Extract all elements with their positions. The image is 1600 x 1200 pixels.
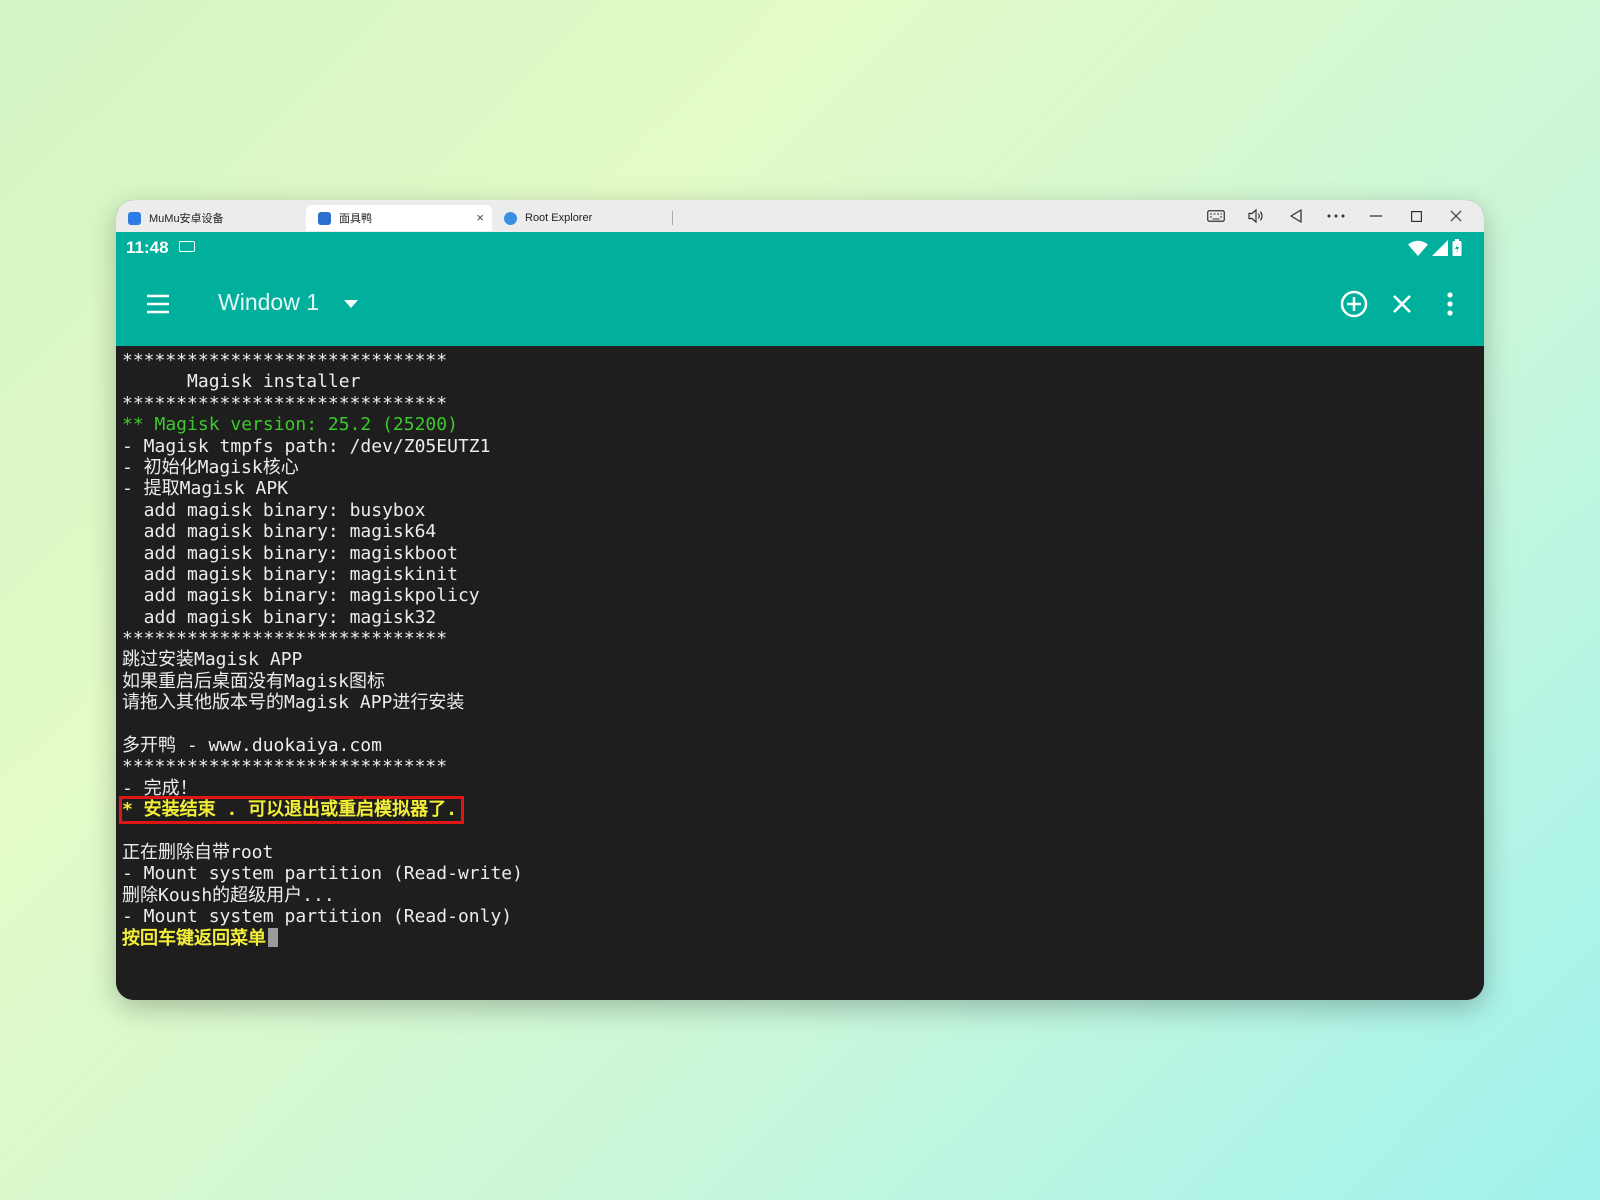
terminal-output[interactable]: ****************************** Magisk in… xyxy=(116,346,1484,1000)
terminal-line-text: 删除Koush的超级用户... xyxy=(122,884,335,906)
terminal-line-text: 正在删除自带root xyxy=(122,841,274,863)
terminal-line-text: - 初始化Magisk核心 xyxy=(122,456,299,478)
terminal-line: Magisk installer xyxy=(122,371,1484,392)
terminal-line-text: 跳过安装Magisk APP xyxy=(122,649,303,671)
tab-separator xyxy=(672,211,673,225)
add-window-button[interactable] xyxy=(1336,286,1372,322)
terminal-line-text: ****************************** xyxy=(122,628,448,650)
keyboard-icon[interactable] xyxy=(1196,200,1236,232)
terminal-line-text: 多开鸭 - www.duokaiya.com xyxy=(122,735,382,757)
terminal-line: - Mount system partition (Read-write) xyxy=(122,863,1484,884)
mumu-app-icon xyxy=(128,211,141,225)
app-toolbar: Window 1 xyxy=(116,262,1484,346)
terminal-line-text: - 提取Magisk APK xyxy=(122,478,289,500)
terminal-line-text: ** Magisk version: 25.2 (25200) xyxy=(122,414,458,436)
terminal-line: ****************************** xyxy=(122,393,1484,414)
terminal-line: 跳过安装Magisk APP xyxy=(122,649,1484,670)
tab-close-icon[interactable]: × xyxy=(476,210,484,225)
terminal-line: - Mount system partition (Read-only) xyxy=(122,906,1484,927)
terminal-line: add magisk binary: magiskpolicy xyxy=(122,585,1484,606)
terminal-line: ****************************** xyxy=(122,756,1484,777)
wifi-icon xyxy=(1408,240,1428,256)
terminal-line: * 安装结束 . 可以退出或重启模拟器了. xyxy=(118,796,1484,824)
keyboard-indicator-icon xyxy=(179,241,195,252)
android-status-bar: 11:48 xyxy=(116,232,1484,262)
tab-label: MuMu安卓设备 xyxy=(149,213,224,225)
terminal-line-text: Magisk installer xyxy=(122,371,361,393)
terminal-line: - 提取Magisk APK xyxy=(122,478,1484,499)
tab-label: 面具鸭 xyxy=(339,213,372,225)
volume-icon[interactable] xyxy=(1236,200,1276,232)
terminal-line-text: - 完成！ xyxy=(122,777,198,799)
window-controls xyxy=(1196,200,1476,232)
terminal-line: 删除Koush的超级用户... xyxy=(122,885,1484,906)
terminal-line-text: * 安装结束 . 可以退出或重启模拟器了. xyxy=(118,796,465,824)
terminal-line-text: add magisk binary: busybox xyxy=(122,499,426,521)
chevron-down-icon[interactable] xyxy=(344,300,358,308)
terminal-line-text: add magisk binary: magisk32 xyxy=(122,606,437,628)
signal-icon xyxy=(1432,239,1448,256)
terminal-line: add magisk binary: busybox xyxy=(122,500,1484,521)
terminal-line-text: ****************************** xyxy=(122,392,448,414)
close-icon[interactable] xyxy=(1436,200,1476,232)
terminal-line-text: ****************************** xyxy=(122,756,448,778)
terminal-line-text: ****************************** xyxy=(122,350,448,371)
terminal-line: - Magisk tmpfs path: /dev/Z05EUTZ1 xyxy=(122,436,1484,457)
battery-icon xyxy=(1452,239,1462,256)
emulator-window: MuMu安卓设备 面具鸭 × Root Explorer 11:48 Windo… xyxy=(116,200,1484,1000)
terminal-line: 如果重启后桌面没有Magisk图标 xyxy=(122,671,1484,692)
menu-icon[interactable] xyxy=(144,290,172,318)
overflow-menu-button[interactable] xyxy=(1432,286,1468,322)
minimize-icon[interactable] xyxy=(1356,200,1396,232)
root-explorer-app-icon xyxy=(504,211,517,225)
tab-root-explorer[interactable]: Root Explorer xyxy=(492,205,672,231)
terminal-line: ****************************** xyxy=(122,628,1484,649)
terminal-line-text: add magisk binary: magisk64 xyxy=(122,521,437,543)
close-icon xyxy=(1393,295,1411,313)
terminal-line: ****************************** xyxy=(122,350,1484,371)
terminal-line: 按回车键返回菜单 xyxy=(122,927,1484,949)
terminal-line: 多开鸭 - www.duokaiya.com xyxy=(122,735,1484,756)
add-circle-icon xyxy=(1340,290,1368,318)
back-icon[interactable] xyxy=(1276,200,1316,232)
more-icon[interactable] xyxy=(1316,200,1356,232)
terminal-line-text: 请拖入其他版本号的Magisk APP进行安装 xyxy=(122,692,465,714)
status-icons xyxy=(1408,239,1462,256)
terminal-line-text: 按回车键返回菜单 xyxy=(122,927,266,949)
tab-bar: MuMu安卓设备 面具鸭 × Root Explorer xyxy=(116,200,1484,232)
terminal-line: ** Magisk version: 25.2 (25200) xyxy=(122,414,1484,435)
terminal-line: 正在删除自带root xyxy=(122,842,1484,863)
terminal-line: add magisk binary: magisk64 xyxy=(122,521,1484,542)
more-vert-icon xyxy=(1447,292,1453,316)
terminal-line-text: add magisk binary: magiskboot xyxy=(122,542,458,564)
text-cursor xyxy=(268,927,278,947)
terminal-line-text: - Mount system partition (Read-write) xyxy=(122,863,523,885)
terminal-line: add magisk binary: magiskboot xyxy=(122,543,1484,564)
terminal-line-text: add magisk binary: magiskinit xyxy=(122,563,458,585)
window-title[interactable]: Window 1 xyxy=(218,289,319,316)
terminal-line: 请拖入其他版本号的Magisk APP进行安装 xyxy=(122,692,1484,713)
tab-label: Root Explorer xyxy=(525,212,593,224)
terminal-line-text: add magisk binary: magiskpolicy xyxy=(122,585,480,607)
mianjuya-app-icon xyxy=(318,211,331,225)
terminal-line-text: 如果重启后桌面没有Magisk图标 xyxy=(122,670,386,692)
tab-mumu-device[interactable]: MuMu安卓设备 xyxy=(116,205,306,231)
terminal-line: - 完成！ xyxy=(122,778,1484,799)
status-time: 11:48 xyxy=(126,238,169,257)
terminal-line-text: - Magisk tmpfs path: /dev/Z05EUTZ1 xyxy=(122,435,491,457)
close-window-button[interactable] xyxy=(1384,286,1420,322)
terminal-line: - 初始化Magisk核心 xyxy=(122,457,1484,478)
maximize-icon[interactable] xyxy=(1396,200,1436,232)
terminal-line: add magisk binary: magiskinit xyxy=(122,564,1484,585)
tab-mianjuya[interactable]: 面具鸭 × xyxy=(306,205,492,231)
terminal-line: add magisk binary: magisk32 xyxy=(122,607,1484,628)
terminal-line-text: - Mount system partition (Read-only) xyxy=(122,906,513,928)
